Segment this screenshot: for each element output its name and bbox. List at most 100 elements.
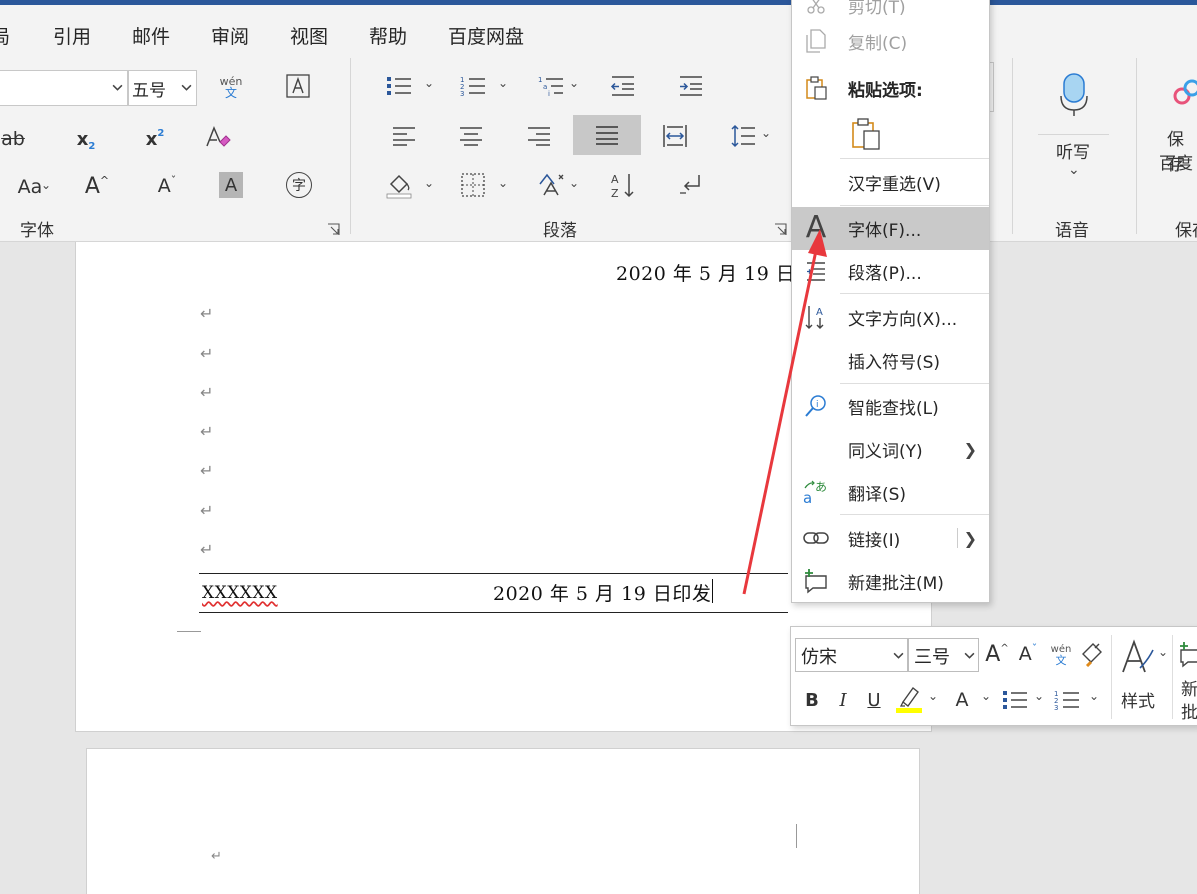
- mini-phonetic-guide-button[interactable]: wén 文: [1047, 639, 1075, 671]
- mini-font-size-combo[interactable]: 三号: [908, 638, 979, 672]
- styles-button[interactable]: [1119, 637, 1155, 677]
- character-border-button[interactable]: [284, 72, 312, 100]
- tab-layout[interactable]: 局: [0, 22, 10, 49]
- line-spacing-button[interactable]: [729, 122, 757, 150]
- multilevel-list-button[interactable]: 1ai: [537, 72, 565, 100]
- mini-bullets-button[interactable]: [1001, 685, 1029, 715]
- numbering-button[interactable]: 123: [459, 72, 487, 100]
- chevron-down-icon[interactable]: ⌄: [424, 76, 434, 90]
- issued-date-text[interactable]: 2020 年 5 月 19 日印发: [493, 579, 711, 606]
- font-size-combo[interactable]: 五号: [128, 70, 197, 106]
- chevron-down-icon[interactable]: ⌄: [498, 176, 508, 190]
- baidu-netdisk-icon[interactable]: [1170, 72, 1197, 112]
- line-spacing-icon: [731, 124, 755, 148]
- highlighter-icon: [896, 686, 922, 713]
- top-rule-line: [199, 573, 788, 574]
- document-page-2[interactable]: ↵: [86, 748, 920, 894]
- borders-button[interactable]: [459, 170, 487, 200]
- tab-mailings[interactable]: 邮件: [132, 22, 170, 49]
- mini-new-comment-button[interactable]: [1178, 637, 1197, 673]
- mini-highlight-button[interactable]: [894, 683, 924, 715]
- chevron-down-icon[interactable]: ⌄: [424, 176, 434, 190]
- sort-button[interactable]: AZ: [609, 170, 637, 200]
- menu-item-reconvert[interactable]: 汉字重选(V): [792, 162, 989, 202]
- microphone-icon-graphic: [1060, 73, 1088, 116]
- superscript-label: x: [145, 128, 158, 150]
- chevron-down-icon[interactable]: ⌄: [498, 76, 508, 90]
- chevron-down-icon[interactable]: ⌄: [1158, 645, 1168, 659]
- baidu-cloud-icon: [1173, 79, 1197, 105]
- mini-bold-button[interactable]: B: [801, 685, 823, 715]
- tab-help[interactable]: 帮助: [369, 22, 407, 49]
- ribbon-tab-bar: 局 引用 邮件 审阅 视图 帮助 百度网盘: [0, 5, 1197, 52]
- menu-item-new-comment-label: 新建批注(M): [848, 573, 944, 594]
- format-painter-button[interactable]: [1078, 639, 1106, 669]
- paste-options-label: 粘贴选项:: [848, 80, 923, 101]
- align-center-button[interactable]: [457, 122, 485, 150]
- text-cursor: [712, 579, 713, 603]
- enclose-characters-button[interactable]: 字: [286, 172, 312, 198]
- mini-underline-button[interactable]: U: [863, 685, 885, 715]
- styles-icon: [1122, 639, 1154, 673]
- chinese-layout-button[interactable]: [537, 170, 565, 200]
- phonetic-guide-button[interactable]: wén 文: [214, 70, 248, 104]
- chevron-down-icon[interactable]: ⌄: [981, 689, 991, 703]
- align-right-button[interactable]: [525, 122, 553, 150]
- distributed-button[interactable]: [661, 122, 689, 150]
- issuer-text[interactable]: XXXXXX: [202, 583, 278, 603]
- decrease-indent-icon: [610, 76, 634, 96]
- grow-font-button[interactable]: A ^: [82, 170, 112, 202]
- svg-text:i: i: [548, 90, 550, 98]
- chevron-down-icon[interactable]: ⌄: [41, 178, 51, 192]
- mini-font-name-combo[interactable]: 仿宋: [795, 638, 908, 672]
- chevron-down-icon[interactable]: ⌄: [569, 76, 579, 90]
- shrink-font-button[interactable]: Aˇ: [152, 170, 182, 202]
- clear-formatting-button[interactable]: [203, 122, 233, 154]
- microphone-icon[interactable]: [1054, 70, 1094, 120]
- show-marks-button[interactable]: [677, 170, 705, 200]
- dialog-launcher-icon[interactable]: [327, 223, 340, 236]
- svg-text:a: a: [543, 83, 547, 91]
- chevron-down-icon[interactable]: ⌄: [569, 176, 579, 190]
- mini-font-color-button[interactable]: A: [950, 685, 974, 715]
- bullets-button[interactable]: [385, 72, 413, 100]
- shading-button[interactable]: [385, 170, 413, 200]
- paste-keep-text-button[interactable]: [840, 113, 892, 155]
- mini-new-comment-line1: 新: [1181, 680, 1197, 700]
- decrease-indent-button[interactable]: [609, 72, 637, 100]
- clear-formatting-icon: [206, 126, 231, 147]
- justify-button[interactable]: [573, 115, 641, 155]
- mini-italic-button[interactable]: I: [832, 685, 854, 715]
- character-shading-button[interactable]: A: [219, 172, 243, 198]
- increase-indent-button[interactable]: [677, 72, 705, 100]
- tab-references[interactable]: 引用: [53, 22, 91, 49]
- mini-grow-font-button[interactable]: A ^: [983, 639, 1011, 669]
- subscript-button[interactable]: x2: [73, 124, 99, 154]
- mini-shrink-font-button[interactable]: Aˇ: [1014, 639, 1042, 669]
- menu-item-copy[interactable]: 复制(C): [792, 21, 989, 61]
- chevron-down-icon[interactable]: ⌄: [928, 689, 938, 703]
- align-left-button[interactable]: [390, 122, 418, 150]
- dictate-button[interactable]: 听写: [1056, 138, 1090, 163]
- new-comment-icon: [1180, 642, 1197, 668]
- tab-baidu-netdisk[interactable]: 百度网盘: [448, 22, 524, 49]
- font-name-combo[interactable]: [0, 70, 128, 106]
- chevron-down-icon[interactable]: ⌄: [1034, 689, 1044, 703]
- save-to-baidu-line2[interactable]: 百度: [1159, 149, 1193, 174]
- chevron-down-icon[interactable]: ⌄: [761, 126, 771, 140]
- chevron-down-icon[interactable]: ⌄: [1068, 162, 1080, 178]
- tab-view[interactable]: 视图: [290, 22, 328, 49]
- svg-text:Z: Z: [611, 187, 619, 199]
- submenu-arrow-icon[interactable]: ❯: [964, 529, 977, 548]
- menu-item-cut-label: 剪切(T): [848, 0, 906, 18]
- chevron-down-icon[interactable]: ⌄: [1089, 689, 1099, 703]
- bullets-icon: [1003, 691, 1027, 709]
- group-separator: [1136, 58, 1137, 234]
- mini-numbering-button[interactable]: 123: [1053, 685, 1081, 715]
- margin-corner-mark: [188, 824, 212, 848]
- mini-separator: [1172, 635, 1173, 719]
- paragraph-mark: ↵: [200, 501, 214, 520]
- superscript-button[interactable]: x2: [142, 124, 168, 154]
- strikethrough-button[interactable]: ab: [0, 124, 28, 154]
- tab-review[interactable]: 审阅: [211, 22, 249, 49]
